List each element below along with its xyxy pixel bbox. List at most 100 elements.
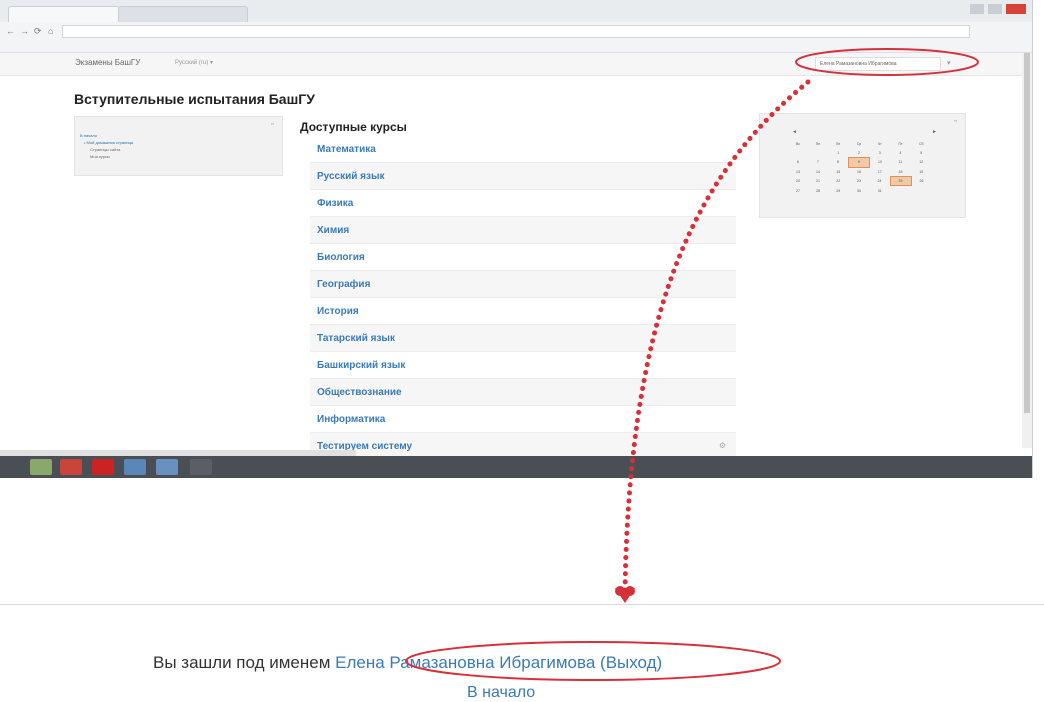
user-name-link[interactable]: Елена Рамазановна Ибрагимова [335, 653, 595, 672]
calendar-day[interactable]: 23 [849, 176, 870, 186]
user-menu[interactable]: Елена Рамазановна Ибрагимова [815, 57, 941, 71]
address-bar: ← → ⟳ ⌂ [0, 22, 1032, 41]
block-controls-icon[interactable]: ▪▪ [954, 118, 957, 123]
home-link[interactable]: В начало [467, 684, 535, 702]
course-link[interactable]: География [310, 279, 370, 290]
calendar-grid: Вс Пн Вт Ср Чт Пт Сб 1 2 3 4 5 6 7 8 9 10 11 12 13 14 15 16 17 1… [788, 140, 932, 195]
calendar-day[interactable]: 19 [911, 167, 932, 176]
calendar-day [788, 149, 808, 158]
reload-icon[interactable]: ⟳ [34, 26, 42, 37]
calendar-day[interactable]: 12 [911, 158, 932, 168]
explorer-icon[interactable] [30, 459, 52, 475]
calendar-day[interactable]: 7 [808, 158, 828, 168]
calendar-day[interactable]: 13 [788, 167, 808, 176]
calendar-day[interactable]: 9 [848, 157, 870, 168]
calendar-day [890, 186, 911, 195]
minimize-button[interactable] [970, 4, 984, 14]
nav-item-dashboard[interactable]: • Мой домашняя страница [84, 140, 133, 145]
calendar-day[interactable]: 27 [788, 186, 808, 195]
course-row: Химия [310, 217, 736, 244]
course-link[interactable]: Биология [310, 252, 365, 263]
calendar-day[interactable]: 14 [808, 167, 828, 176]
app-icon[interactable] [190, 459, 212, 475]
back-icon[interactable]: ← [6, 26, 15, 36]
nav-item-my-courses[interactable]: Мои курсы [90, 154, 110, 159]
window-controls [970, 4, 1026, 16]
site-brand[interactable]: Экзамены БашГУ [75, 58, 140, 67]
browser-tab-strip [0, 0, 1032, 23]
calendar-day [911, 186, 932, 195]
close-button[interactable] [1006, 4, 1026, 14]
course-link[interactable]: Башкирский язык [310, 360, 405, 371]
prev-month-icon[interactable]: ◄ [792, 129, 797, 135]
word-icon[interactable] [156, 459, 178, 475]
maximize-button[interactable] [988, 4, 1002, 14]
calendar-day[interactable]: 6 [788, 158, 808, 168]
login-info: Вы зашли под именем Елена Рамазановна Иб… [153, 653, 662, 673]
chrome-icon[interactable] [60, 459, 82, 475]
course-row: Татарский язык [310, 325, 736, 352]
calendar-day[interactable]: 4 [890, 149, 911, 158]
url-field[interactable] [62, 25, 970, 38]
chevron-down-icon[interactable]: ▾ [947, 59, 951, 67]
course-link[interactable]: Татарский язык [310, 333, 395, 344]
calendar-day[interactable]: 17 [870, 167, 891, 176]
calendar-block: ▪▪ ◄ ► Вс Пн Вт Ср Чт Пт Сб 1 2 3 4 5 6 7 8 9 10 11 12 13 14… [759, 113, 966, 218]
course-link[interactable]: Русский язык [310, 171, 385, 182]
calendar-day-header: Пт [898, 142, 903, 147]
calendar-day[interactable]: 1 [828, 149, 849, 158]
logout-link[interactable]: (Выход) [600, 653, 662, 672]
scrollbar-thumb[interactable] [1024, 53, 1030, 413]
vertical-scrollbar[interactable] [1022, 53, 1032, 448]
calendar-day-header: Вс [795, 142, 801, 147]
calendar-day[interactable]: 8 [828, 158, 849, 168]
opera-icon[interactable] [92, 459, 114, 475]
calendar-day[interactable]: 2 [849, 149, 870, 158]
calendar-day[interactable]: 11 [890, 158, 911, 168]
calendar-day[interactable]: 3 [870, 149, 891, 158]
browser-tab-active[interactable] [8, 6, 120, 23]
calendar-day[interactable]: 31 [870, 186, 891, 195]
calendar-day[interactable]: 5 [911, 149, 932, 158]
course-row: Русский язык [310, 163, 736, 190]
language-menu[interactable]: Русский (ru) ▾ [175, 59, 213, 66]
course-link[interactable]: История [310, 306, 359, 317]
course-link[interactable]: Физика [310, 198, 353, 209]
course-link[interactable]: Химия [310, 225, 349, 236]
heart-marker-icon [625, 586, 635, 596]
calendar-day[interactable]: 16 [849, 167, 870, 176]
calendar-day [808, 149, 828, 158]
calendar-day[interactable]: 18 [890, 167, 911, 176]
nav-item-site-pages[interactable]: Страницы сайта [90, 147, 120, 152]
course-link[interactable]: Математика [310, 144, 376, 155]
calendar-day[interactable]: 24 [870, 176, 891, 186]
course-row: Обществознание [310, 379, 736, 406]
course-list: Математика Русский язык Физика Химия Биологи… [310, 136, 736, 460]
course-row: Башкирский язык [310, 352, 736, 379]
block-controls-icon[interactable]: ▪▪ [271, 121, 274, 126]
calendar-day[interactable]: 29 [828, 186, 849, 195]
course-link[interactable]: Информатика [310, 414, 385, 425]
calendar-day[interactable]: 21 [808, 176, 828, 186]
calendar-day[interactable]: 25 [889, 175, 912, 187]
divider [0, 604, 1044, 605]
browser-tab-inactive[interactable] [118, 6, 248, 23]
calendar-day[interactable]: 22 [828, 176, 849, 186]
forward-icon[interactable]: → [20, 26, 29, 36]
calendar-day[interactable]: 26 [911, 176, 932, 186]
home-icon[interactable]: ⌂ [48, 26, 53, 36]
calendar-day[interactable]: 30 [849, 186, 870, 195]
next-month-icon[interactable]: ► [932, 129, 937, 135]
calendar-day[interactable]: 20 [788, 176, 808, 186]
calendar-day[interactable]: 28 [808, 186, 828, 195]
course-link[interactable]: Обществознание [310, 387, 402, 398]
calendar-day[interactable]: 10 [870, 158, 891, 168]
course-row: География [310, 271, 736, 298]
browser-screenshot: ← → ⟳ ⌂ Экзамены БашГУ Русский (ru) ▾ Ел… [0, 0, 1033, 478]
calendar-day[interactable]: 15 [828, 167, 849, 176]
calendar-day-header: Пн [815, 142, 821, 147]
gear-icon[interactable]: ⚙ [719, 441, 726, 450]
app-icon[interactable] [124, 459, 146, 475]
navigation-block: ▪▪ В начало • Мой домашняя страница Стра… [74, 116, 283, 176]
nav-item-home[interactable]: В начало [80, 133, 97, 138]
